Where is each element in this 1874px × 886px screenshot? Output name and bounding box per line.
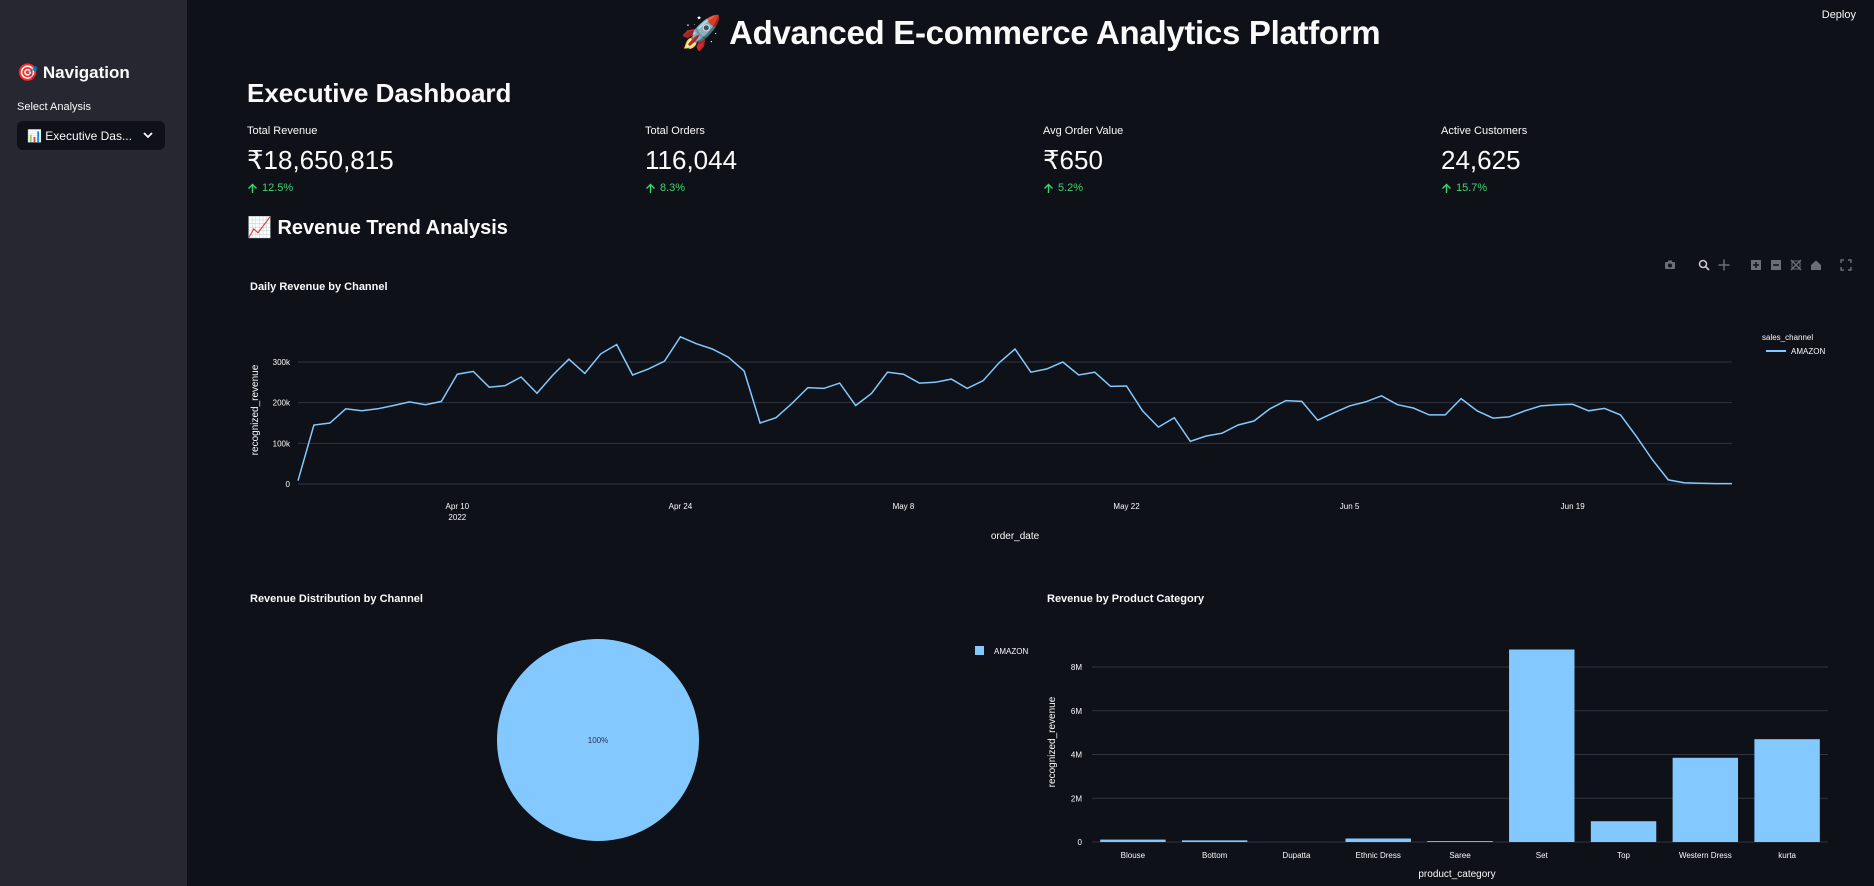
bar-chart-ylabel: recognized_revenue (1047, 696, 1058, 787)
x-tick-label: kurta (1778, 851, 1796, 860)
y-tick-label: 0 (1078, 838, 1083, 847)
x-tick-label: Ethnic Dress (1356, 851, 1401, 860)
y-tick-label: 2M (1071, 794, 1082, 803)
bar-bottom (1181, 840, 1248, 842)
x-tick-label: Western Dress (1679, 851, 1732, 860)
bar-ethnic-dress (1345, 838, 1411, 842)
x-tick-label: Bottom (1202, 851, 1228, 860)
x-tick-label: Set (1536, 851, 1549, 860)
bar-kurta (1754, 739, 1820, 842)
y-tick-label: 4M (1071, 751, 1082, 760)
bar-set (1509, 649, 1575, 842)
x-tick-label: Top (1617, 851, 1630, 860)
bar-blouse (1100, 839, 1166, 842)
bar-chart[interactable]: 0 2M 4M 6M 8M Blouse Bottom Dupatta Ethnic Dress… (0, 0, 1874, 886)
bar-western-dress (1672, 757, 1739, 842)
y-tick-label: 6M (1071, 707, 1082, 716)
x-tick-label: Blouse (1121, 851, 1146, 860)
bar-chart-bars (1100, 649, 1820, 842)
bar-chart-xlabel: product_category (1418, 869, 1495, 880)
y-tick-label: 8M (1071, 663, 1082, 672)
bar-top (1590, 821, 1657, 842)
x-tick-label: Dupatta (1282, 851, 1311, 860)
x-tick-label: Saree (1449, 851, 1471, 860)
bar-saree (1427, 841, 1493, 842)
